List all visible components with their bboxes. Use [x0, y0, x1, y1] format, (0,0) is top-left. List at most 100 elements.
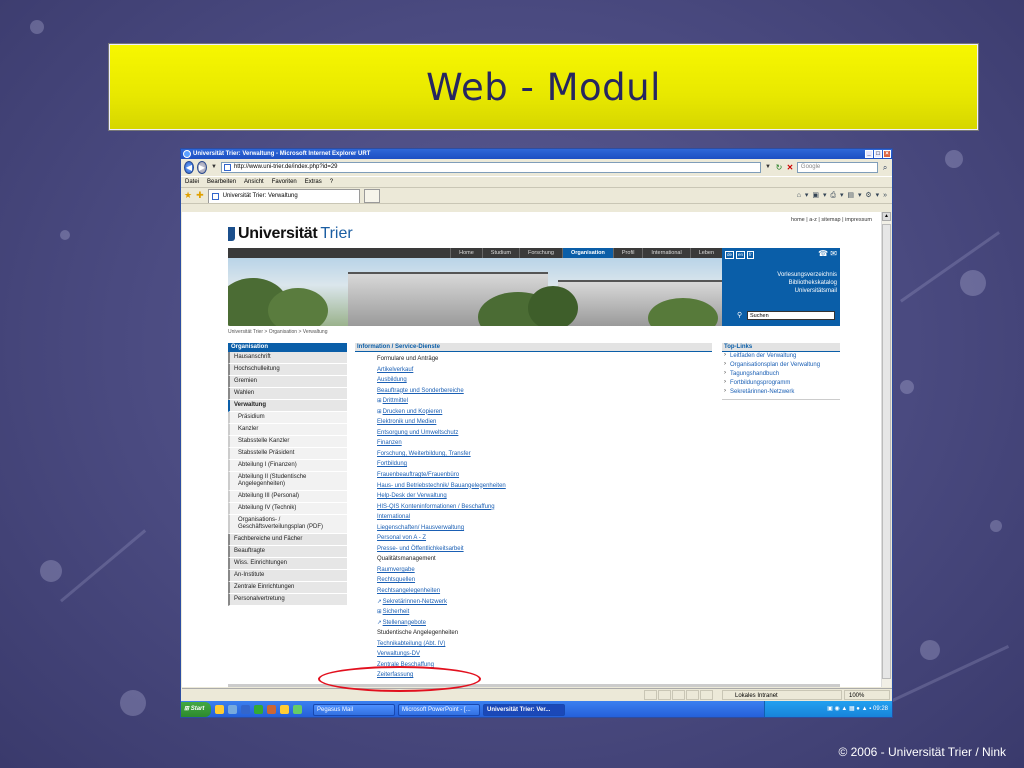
history-dropdown-icon[interactable]: ▼ [210, 162, 218, 173]
menu-bearbeiten[interactable]: Bearbeiten [207, 177, 236, 187]
link-frauenbeauftragte-frauenb-ro[interactable]: Frauenbeauftragte/Frauenbüro [377, 472, 459, 478]
left-nav-item-abteilung-iii-personal[interactable]: Abteilung III (Personal) [228, 491, 347, 503]
link-fortbildung[interactable]: Fortbildung [377, 461, 407, 467]
nav-studium[interactable]: Studium [481, 248, 519, 258]
left-nav-item-abteilung-ii-studentische-angelegenheiten[interactable]: Abteilung II (Studentische Angelegenheit… [228, 472, 347, 491]
refresh-icon[interactable]: ↻ [775, 162, 783, 173]
address-bar[interactable]: http://www.uni-trier.de/index.php?id=29 [220, 162, 761, 173]
menu-favoriten[interactable]: Favoriten [272, 177, 297, 187]
quicklaunch-icon[interactable] [215, 705, 224, 714]
left-nav-item-verwaltung[interactable]: Verwaltung [228, 400, 347, 412]
left-nav-item-abteilung-iv-technik[interactable]: Abteilung IV (Technik) [228, 503, 347, 515]
left-nav-item-stabsstelle-pr-sident[interactable]: Stabsstelle Präsident [228, 448, 347, 460]
left-nav-item-an-institute[interactable]: An-Institute [228, 570, 347, 582]
start-button[interactable]: ⊞ Start [181, 702, 211, 717]
nav-profil[interactable]: Profil [612, 248, 643, 258]
task-internet-explorer[interactable]: Universität Trier: Ver... [483, 703, 565, 716]
expand-icon[interactable]: ⊞ [377, 398, 382, 404]
quicklaunch-icon[interactable] [267, 705, 276, 714]
nav-organisation[interactable]: Organisation [561, 248, 613, 258]
left-nav-item-kanzler[interactable]: Kanzler [228, 424, 347, 436]
link-verwaltungs-dv[interactable]: Verwaltungs-DV [377, 651, 420, 657]
link-haus-und-betriebstechnik-bauangelegenheiten[interactable]: Haus- und Betriebstechnik/ Bauangelegenh… [377, 483, 506, 489]
expand-icon[interactable]: ⊞ [377, 409, 382, 415]
lang-de[interactable]: de [725, 251, 735, 259]
link-presse-und-ffentlichkeitsarbeit[interactable]: Presse- und Öffentlichkeitsarbeit [377, 546, 464, 552]
minimize-button[interactable]: _ [865, 150, 873, 158]
link-vorlesungsverzeichnis[interactable]: Vorlesungsverzeichnis [777, 271, 837, 279]
link-beauftragte-und-sonderbereiche[interactable]: Beauftragte und Sonderbereiche [377, 388, 464, 394]
task-powerpoint[interactable]: Microsoft PowerPoint - [... [398, 703, 480, 716]
stop-icon[interactable]: ✕ [786, 162, 794, 173]
forward-button[interactable]: ▶ [196, 161, 207, 174]
link-liegenschaften-hausverwaltung[interactable]: Liegenschaften/ Hausverwaltung [377, 525, 464, 531]
left-nav-item-gremien[interactable]: Gremien [228, 376, 347, 388]
link-bibliothekskatalog[interactable]: Bibliothekskatalog [789, 279, 837, 287]
link-artikelverkauf[interactable]: Artikelverkauf [377, 367, 413, 373]
tray-icons[interactable]: ▣ ◉ ▲ ▦ ● ▲ ▪ [827, 706, 873, 712]
nav-leben[interactable]: Leben [689, 248, 722, 258]
search-icon[interactable]: ⌕ [881, 162, 889, 173]
left-nav-item-zentrale-einrichtungen[interactable]: Zentrale Einrichtungen [228, 582, 347, 594]
tab-verwaltung[interactable]: Universität Trier: Verwaltung [207, 188, 360, 203]
nav-forschung[interactable]: Forschung [518, 248, 562, 258]
menu-datei[interactable]: Datei [185, 177, 199, 187]
top-link-leitfaden-der-verwaltung[interactable]: Leitfaden der Verwaltung [722, 352, 840, 361]
university-logo[interactable]: Universität Trier [228, 225, 353, 243]
quicklaunch-icon[interactable] [228, 705, 237, 714]
lang-fr[interactable]: fr [747, 251, 754, 259]
left-nav-item-personalvertretung[interactable]: Personalvertretung [228, 594, 347, 606]
scroll-thumb[interactable] [882, 224, 891, 679]
top-link-sekret-rinnen-netzwerk[interactable]: Sekretärinnen-Netzwerk [722, 388, 840, 397]
link-rechtsquellen[interactable]: Rechtsquellen [377, 577, 415, 583]
link-elektronik-und-medien[interactable]: Elektronik und Medien [377, 419, 436, 425]
top-links[interactable]: home | a-z | sitemap | impressum [791, 217, 872, 223]
quicklaunch-icon[interactable] [280, 705, 289, 714]
command-bar-icons[interactable]: ⌂ ▾ ▣ ▾ ⎙ ▾ ▤ ▾ ⚙ ▾ » [797, 191, 892, 200]
link-universitaetsmail[interactable]: Universitätsmail [795, 287, 837, 295]
link-sekret-rinnen-netzwerk[interactable]: Sekretärinnen-Netzwerk [383, 599, 447, 605]
link-forschung-weiterbildung-transfer[interactable]: Forschung, Weiterbildung, Transfer [377, 451, 471, 457]
left-nav-item-stabsstelle-kanzler[interactable]: Stabsstelle Kanzler [228, 436, 347, 448]
menu-ansicht[interactable]: Ansicht [244, 177, 264, 187]
quicklaunch-icon[interactable] [241, 705, 250, 714]
left-nav-item-hausanschrift[interactable]: Hausanschrift [228, 352, 347, 364]
left-nav-item-organisations-gesch-ftsverteilungsplan-pdf[interactable]: Organisations- / Geschäftsverteilungspla… [228, 515, 347, 534]
expand-icon[interactable]: ⊞ [377, 609, 382, 615]
link-ausbildung[interactable]: Ausbildung [377, 377, 407, 383]
link-finanzen[interactable]: Finanzen [377, 440, 402, 446]
top-link-tagungshandbuch[interactable]: Tagungshandbuch [722, 370, 840, 379]
menu-extras[interactable]: Extras [305, 177, 322, 187]
external-link-icon[interactable]: ↗ [377, 599, 382, 605]
left-nav-item-wahlen[interactable]: Wahlen [228, 388, 347, 400]
left-nav-item-wiss-einrichtungen[interactable]: Wiss. Einrichtungen [228, 558, 347, 570]
scroll-up-icon[interactable]: ▲ [882, 212, 891, 221]
close-button[interactable]: × [883, 150, 891, 158]
nav-international[interactable]: International [642, 248, 689, 258]
top-link-fortbildungsprogramm[interactable]: Fortbildungsprogramm [722, 379, 840, 388]
zoom-level[interactable]: 100% [844, 690, 890, 700]
link-sicherheit[interactable]: Sicherheit [383, 609, 410, 615]
link-personal-von-a-z[interactable]: Personal von A - Z [377, 535, 426, 541]
lang-en[interactable]: en [736, 251, 746, 259]
link-raumvergabe[interactable]: Raumvergabe [377, 567, 415, 573]
link-his-qis-konteninformationen-beschaffung[interactable]: HIS-QIS Konteninformationen / Beschaffun… [377, 504, 495, 510]
menu-help[interactable]: ? [330, 177, 333, 187]
link-drucken-und-kopieren[interactable]: Drucken und Kopieren [383, 409, 443, 415]
left-nav-item-beauftragte[interactable]: Beauftragte [228, 546, 347, 558]
favorites-star-icon[interactable]: ★ [184, 190, 192, 201]
external-link-icon[interactable]: ↗ [377, 620, 382, 626]
link-drittmittel[interactable]: Drittmittel [383, 398, 408, 404]
site-search-input[interactable] [747, 311, 835, 320]
window-titlebar[interactable]: Universität Trier: Verwaltung - Microsof… [181, 149, 892, 159]
maximize-button[interactable]: □ [874, 150, 882, 158]
quicklaunch-icon[interactable] [293, 705, 302, 714]
link-international[interactable]: International [377, 514, 410, 520]
left-nav-item-abteilung-i-finanzen[interactable]: Abteilung I (Finanzen) [228, 460, 347, 472]
left-nav-item-fachbereiche-und-f-cher[interactable]: Fachbereiche und Fächer [228, 534, 347, 546]
link-help-desk-der-verwaltung[interactable]: Help-Desk der Verwaltung [377, 493, 447, 499]
top-link-organisationsplan-der-verwaltung[interactable]: Organisationsplan der Verwaltung [722, 361, 840, 370]
link-rechtsangelegenheiten[interactable]: Rechtsangelegenheiten [377, 588, 440, 594]
task-pegasus-mail[interactable]: Pegasus Mail [313, 703, 395, 716]
link-technikabteilung-abt-iv[interactable]: Technikabteilung (Abt. IV) [377, 641, 445, 647]
